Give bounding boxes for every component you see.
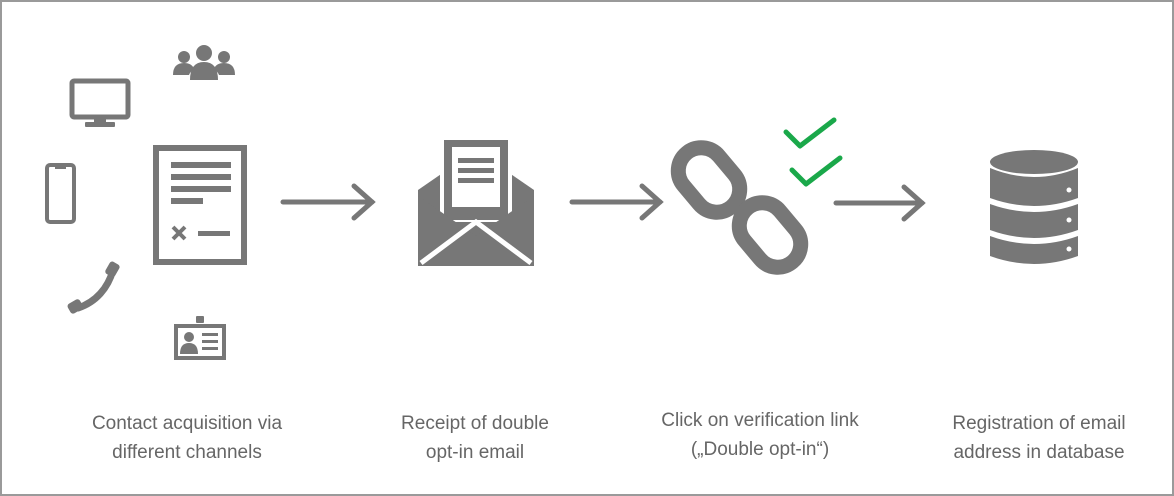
open-envelope-icon (418, 136, 534, 266)
people-group-icon (173, 45, 235, 80)
step-4-line-1: Registration of email (952, 413, 1126, 434)
phone-handset-icon (67, 261, 120, 314)
arrow-2 (569, 183, 664, 221)
step-3-caption: Click on verification link („Double opt-… (630, 406, 890, 464)
step-2-caption: Receipt of double opt-in email (345, 409, 605, 467)
step-3-line-2: („Double opt-in“) (690, 439, 830, 460)
step-4-line-2: address in database (953, 442, 1125, 463)
step-1-caption: Contact acquisition via different channe… (57, 409, 317, 467)
smartphone-icon (45, 163, 76, 224)
form-document-icon (153, 145, 247, 265)
step-1-line-1: Contact acquisition via (91, 413, 283, 434)
monitor-icon (69, 78, 131, 127)
step-3-line-1: Click on verification link (661, 410, 859, 431)
arrow-3 (833, 184, 926, 222)
step-4-caption: Registration of email address in databas… (909, 409, 1169, 467)
arrow-1 (280, 183, 376, 221)
id-badge-icon (174, 316, 226, 360)
step-2-line-2: opt-in email (425, 442, 525, 463)
double-check-icon (783, 117, 843, 187)
chain-link-icon (670, 140, 809, 275)
step-1-line-2: different channels (112, 442, 262, 463)
database-icon (990, 150, 1078, 264)
step-2-line-1: Receipt of double (401, 413, 549, 434)
